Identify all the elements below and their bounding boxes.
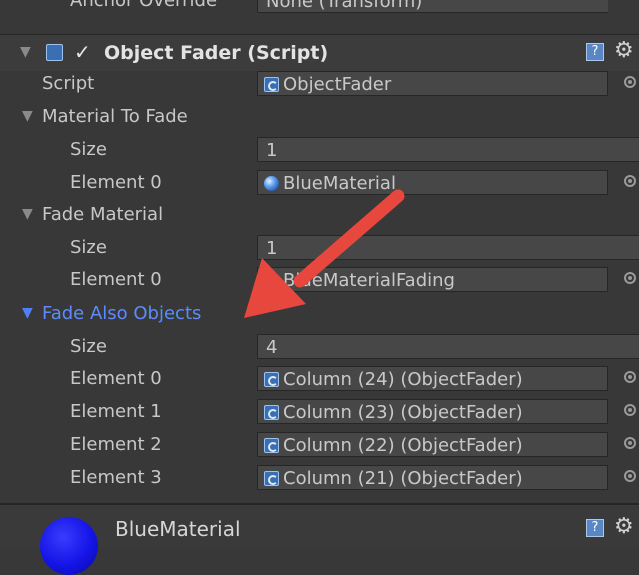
element-value: Column (21) (ObjectFader)	[283, 468, 523, 489]
material-to-fade-triangle-icon[interactable]: ▼	[22, 100, 33, 133]
material-title: BlueMaterial	[115, 517, 241, 541]
component-header[interactable]: ▼ ✓ Object Fader (Script) ? ⚙	[0, 34, 639, 71]
script-field[interactable]: ObjectFader	[257, 71, 608, 96]
gear-icon[interactable]: ⚙	[614, 38, 634, 63]
element-value: Column (23) (ObjectFader)	[283, 402, 523, 423]
fade-also-objects-element-row: Element 1 Column (23) (ObjectFader)	[0, 395, 639, 428]
fade-also-objects-element-row: Element 2 Column (22) (ObjectFader)	[0, 428, 639, 461]
material-to-fade-size-field[interactable]: 1	[257, 137, 639, 162]
fade-material-size-row: Size 1	[0, 231, 639, 264]
element-object-field[interactable]: Column (22) (ObjectFader)	[257, 432, 608, 457]
material-to-fade-element0-label: Element 0	[70, 172, 162, 193]
script-field-value: ObjectFader	[283, 74, 392, 95]
fade-material-element0-label: Element 0	[70, 269, 162, 290]
fade-material-foldout[interactable]: ▼ Fade Material	[0, 198, 639, 231]
anchor-override-row: Anchor Override None (Transform)	[0, 0, 639, 17]
element-label: Element 3	[70, 467, 162, 488]
fade-also-objects-element-row: Element 0 Column (24) (ObjectFader)	[0, 362, 639, 395]
fade-material-element0-field[interactable]: BlueMaterialFading	[257, 267, 608, 292]
material-to-fade-foldout[interactable]: ▼ Material To Fade	[0, 100, 639, 133]
fade-material-element0-value: BlueMaterialFading	[283, 270, 455, 291]
material-to-fade-size-label: Size	[70, 139, 107, 160]
anchor-override-label: Anchor Override	[70, 0, 218, 11]
fade-also-objects-foldout[interactable]: ▼ Fade Also Objects	[0, 297, 639, 330]
material-icon	[264, 273, 279, 288]
element-object-field[interactable]: Column (23) (ObjectFader)	[257, 399, 608, 424]
script-file-icon	[264, 438, 279, 453]
element-picker-icon[interactable]	[624, 470, 636, 482]
fade-material-label: Fade Material	[42, 204, 164, 225]
enabled-checkbox[interactable]: ✓	[74, 42, 94, 62]
material-to-fade-label: Material To Fade	[42, 106, 188, 127]
fade-material-size-field[interactable]: 1	[257, 235, 639, 260]
material-to-fade-element0-row: Element 0 BlueMaterial	[0, 166, 639, 199]
script-file-icon	[264, 471, 279, 486]
fade-material-element0-row: Element 0 BlueMaterialFading	[0, 263, 639, 296]
anchor-override-field[interactable]: None (Transform)	[257, 0, 608, 13]
material-to-fade-picker-icon[interactable]	[624, 175, 636, 187]
script-component-icon	[46, 44, 63, 61]
fade-material-size-label: Size	[70, 237, 107, 258]
element-label: Element 2	[70, 434, 162, 455]
fade-material-picker-icon[interactable]	[624, 272, 636, 284]
fade-material-triangle-icon[interactable]: ▼	[22, 198, 33, 231]
fade-also-objects-label: Fade Also Objects	[42, 303, 202, 324]
element-label: Element 1	[70, 401, 162, 422]
element-value: Column (22) (ObjectFader)	[283, 435, 523, 456]
material-to-fade-size-row: Size 1	[0, 133, 639, 166]
material-header[interactable]: BlueMaterial ? ⚙	[0, 505, 639, 575]
element-value: Column (24) (ObjectFader)	[283, 369, 523, 390]
script-label: Script	[42, 73, 95, 94]
fold-triangle-icon[interactable]: ▼	[20, 36, 31, 69]
script-row: Script ObjectFader	[0, 67, 639, 100]
component-title: Object Fader (Script)	[104, 42, 329, 64]
help-icon[interactable]: ?	[586, 519, 604, 537]
material-to-fade-element0-field[interactable]: BlueMaterial	[257, 170, 608, 195]
gear-icon[interactable]: ⚙	[614, 514, 634, 539]
element-picker-icon[interactable]	[624, 404, 636, 416]
script-file-icon	[264, 77, 279, 92]
element-label: Element 0	[70, 368, 162, 389]
script-file-icon	[264, 372, 279, 387]
fade-also-objects-triangle-icon[interactable]: ▼	[22, 297, 33, 330]
fade-also-objects-size-label: Size	[70, 336, 107, 357]
material-to-fade-element0-value: BlueMaterial	[283, 173, 396, 194]
element-picker-icon[interactable]	[624, 437, 636, 449]
material-sphere-icon	[40, 517, 98, 575]
element-picker-icon[interactable]	[624, 371, 636, 383]
script-object-picker-icon[interactable]	[624, 76, 636, 88]
element-object-field[interactable]: Column (24) (ObjectFader)	[257, 366, 608, 391]
material-icon	[264, 176, 279, 191]
help-icon[interactable]: ?	[586, 43, 604, 61]
fade-also-objects-size-row: Size 4	[0, 330, 639, 363]
element-object-field[interactable]: Column (21) (ObjectFader)	[257, 465, 608, 490]
fade-also-objects-size-field[interactable]: 4	[257, 334, 639, 359]
script-file-icon	[264, 405, 279, 420]
fade-also-objects-element-row: Element 3 Column (21) (ObjectFader)	[0, 461, 639, 494]
